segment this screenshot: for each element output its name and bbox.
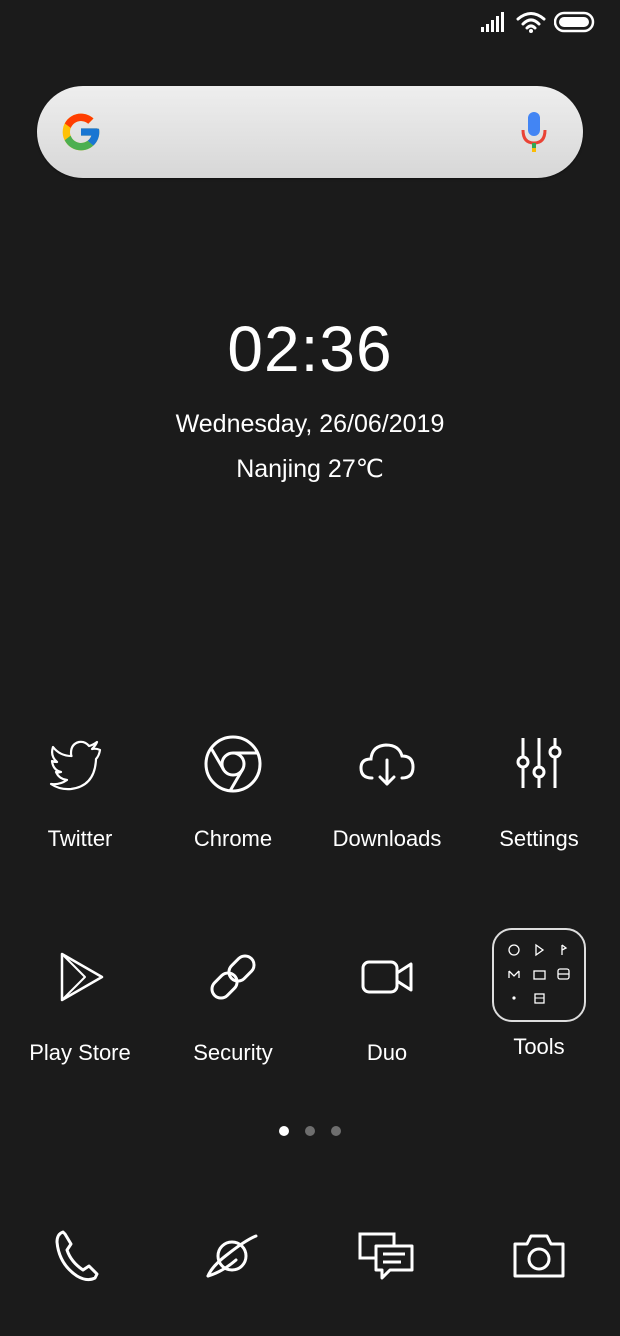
page-dot[interactable] <box>305 1126 315 1136</box>
browser-orbit-icon[interactable] <box>202 1226 262 1286</box>
app-chrome[interactable]: Chrome <box>153 726 313 852</box>
status-bar <box>480 10 620 36</box>
app-duo[interactable]: Duo <box>307 940 467 1066</box>
app-label: Downloads <box>332 826 442 851</box>
cloud-download-icon <box>359 743 415 786</box>
phone-icon[interactable] <box>49 1226 109 1286</box>
play-store-icon <box>60 952 104 1002</box>
app-label: Tools <box>513 1034 565 1059</box>
sliders-icon <box>516 738 562 788</box>
app-play-store[interactable]: Play Store <box>0 940 160 1066</box>
app-security[interactable]: Security <box>153 940 313 1066</box>
chrome-icon <box>204 735 262 793</box>
video-camera-icon <box>361 960 413 994</box>
app-label: Security <box>193 1040 273 1065</box>
page-dot[interactable] <box>331 1126 341 1136</box>
link-icon <box>210 954 256 1000</box>
camera-icon[interactable] <box>509 1226 569 1286</box>
google-logo-icon <box>62 113 100 151</box>
clock-time[interactable]: 02:36 <box>0 312 620 386</box>
folder-tools[interactable]: Tools <box>459 928 619 1060</box>
app-label: Chrome <box>193 826 273 851</box>
app-label: Duo <box>366 1040 408 1065</box>
app-label: Settings <box>499 826 579 851</box>
app-settings[interactable]: Settings <box>459 726 619 852</box>
battery-icon <box>554 11 595 33</box>
folder-icon <box>492 928 586 1022</box>
clock-date[interactable]: Wednesday, 26/06/2019 <box>0 410 620 439</box>
microphone-icon[interactable] <box>519 110 549 154</box>
weather-text[interactable]: Nanjing 27℃ <box>0 454 620 484</box>
app-label: Play Store <box>29 1040 131 1065</box>
app-twitter[interactable]: Twitter <box>0 726 160 852</box>
page-dot-active[interactable] <box>279 1126 289 1136</box>
twitter-bird-icon <box>49 740 102 791</box>
app-downloads[interactable]: Downloads <box>307 726 467 852</box>
google-search-bar[interactable] <box>37 86 583 178</box>
signal-bars-icon <box>481 12 504 32</box>
wifi-icon <box>516 12 546 33</box>
messages-icon[interactable] <box>356 1226 416 1286</box>
app-label: Twitter <box>47 826 113 851</box>
